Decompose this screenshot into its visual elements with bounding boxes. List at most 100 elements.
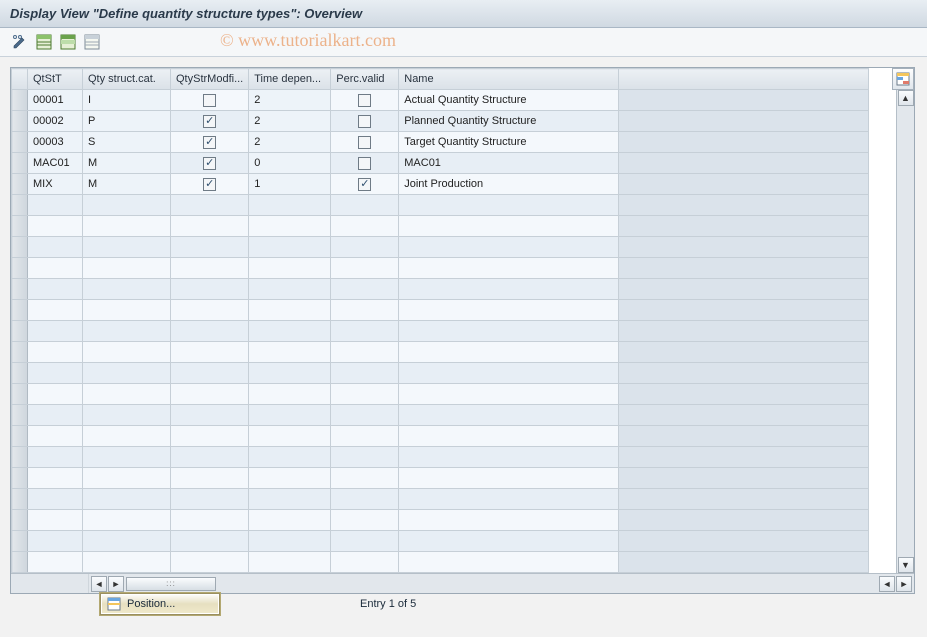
cell-mod[interactable]: [171, 132, 249, 153]
cell-cat[interactable]: M: [83, 174, 171, 195]
row-selector[interactable]: [12, 510, 28, 531]
cell-cat[interactable]: [83, 489, 171, 510]
checkbox-icon[interactable]: [203, 178, 216, 191]
cell-mod[interactable]: [171, 531, 249, 552]
cell-mod[interactable]: [171, 237, 249, 258]
cell-perc[interactable]: [331, 426, 399, 447]
cell-time[interactable]: [249, 510, 331, 531]
cell-perc[interactable]: [331, 195, 399, 216]
cell-cat[interactable]: [83, 531, 171, 552]
cell-name[interactable]: [399, 216, 619, 237]
table-row-empty[interactable]: [12, 510, 869, 531]
table-row-empty[interactable]: [12, 405, 869, 426]
cell-qtstt[interactable]: MIX: [28, 174, 83, 195]
table-row[interactable]: 00002P2Planned Quantity Structure: [12, 111, 869, 132]
cell-mod[interactable]: [171, 258, 249, 279]
row-selector-header[interactable]: [12, 69, 28, 90]
cell-name[interactable]: [399, 195, 619, 216]
table-row[interactable]: MAC01M0MAC01: [12, 153, 869, 174]
cell-perc[interactable]: [331, 279, 399, 300]
cell-perc[interactable]: [331, 363, 399, 384]
table-row-empty[interactable]: [12, 300, 869, 321]
cell-name[interactable]: Actual Quantity Structure: [399, 90, 619, 111]
cell-name[interactable]: [399, 300, 619, 321]
cell-mod[interactable]: [171, 552, 249, 573]
checkbox-icon[interactable]: [358, 178, 371, 191]
cell-perc[interactable]: [331, 132, 399, 153]
cell-perc[interactable]: [331, 552, 399, 573]
checkbox-icon[interactable]: [203, 136, 216, 149]
cell-mod[interactable]: [171, 468, 249, 489]
vertical-scrollbar[interactable]: ▲ ▼: [896, 90, 914, 573]
table-row-empty[interactable]: [12, 195, 869, 216]
cell-qtstt[interactable]: 00002: [28, 111, 83, 132]
row-selector[interactable]: [12, 405, 28, 426]
cell-cat[interactable]: [83, 342, 171, 363]
cell-perc[interactable]: [331, 321, 399, 342]
row-selector[interactable]: [12, 342, 28, 363]
cell-time[interactable]: 2: [249, 111, 331, 132]
checkbox-icon[interactable]: [203, 115, 216, 128]
cell-name[interactable]: [399, 342, 619, 363]
table-row-empty[interactable]: [12, 258, 869, 279]
cell-qtstt[interactable]: [28, 237, 83, 258]
cell-cat[interactable]: [83, 426, 171, 447]
cell-time[interactable]: [249, 195, 331, 216]
cell-time[interactable]: [249, 447, 331, 468]
cell-mod[interactable]: [171, 510, 249, 531]
row-selector[interactable]: [12, 258, 28, 279]
cell-qtstt[interactable]: MAC01: [28, 153, 83, 174]
scroll-up-icon[interactable]: ▲: [898, 90, 914, 106]
row-selector[interactable]: [12, 447, 28, 468]
cell-name[interactable]: [399, 363, 619, 384]
cell-name[interactable]: [399, 279, 619, 300]
cell-mod[interactable]: [171, 111, 249, 132]
row-selector[interactable]: [12, 384, 28, 405]
cell-cat[interactable]: [83, 321, 171, 342]
cell-time[interactable]: 2: [249, 90, 331, 111]
cell-time[interactable]: 1: [249, 174, 331, 195]
cell-name[interactable]: [399, 258, 619, 279]
cell-qtstt[interactable]: [28, 342, 83, 363]
cell-time[interactable]: [249, 300, 331, 321]
cell-mod[interactable]: [171, 489, 249, 510]
cell-cat[interactable]: [83, 468, 171, 489]
row-selector[interactable]: [12, 321, 28, 342]
cell-perc[interactable]: [331, 237, 399, 258]
cell-qtstt[interactable]: [28, 321, 83, 342]
cell-name[interactable]: [399, 237, 619, 258]
cell-cat[interactable]: [83, 216, 171, 237]
row-selector[interactable]: [12, 237, 28, 258]
cell-qtstt[interactable]: [28, 384, 83, 405]
cell-perc[interactable]: [331, 153, 399, 174]
cell-time[interactable]: 2: [249, 132, 331, 153]
row-selector[interactable]: [12, 552, 28, 573]
checkbox-icon[interactable]: [203, 157, 216, 170]
cell-name[interactable]: [399, 489, 619, 510]
cell-perc[interactable]: [331, 489, 399, 510]
cell-name[interactable]: [399, 468, 619, 489]
cell-qtstt[interactable]: [28, 426, 83, 447]
table-row-empty[interactable]: [12, 342, 869, 363]
cell-time[interactable]: [249, 384, 331, 405]
cell-qtstt[interactable]: [28, 300, 83, 321]
row-selector[interactable]: [12, 132, 28, 153]
cell-time[interactable]: [249, 321, 331, 342]
cell-qtstt[interactable]: [28, 468, 83, 489]
cell-name[interactable]: [399, 510, 619, 531]
cell-qtstt[interactable]: 00003: [28, 132, 83, 153]
cell-mod[interactable]: [171, 405, 249, 426]
cell-mod[interactable]: [171, 153, 249, 174]
cell-mod[interactable]: [171, 216, 249, 237]
cell-cat[interactable]: [83, 300, 171, 321]
cell-name[interactable]: Joint Production: [399, 174, 619, 195]
table-row-empty[interactable]: [12, 489, 869, 510]
table-row-empty[interactable]: [12, 363, 869, 384]
row-selector[interactable]: [12, 426, 28, 447]
table-settings-button[interactable]: [892, 68, 914, 90]
cell-time[interactable]: [249, 426, 331, 447]
cell-name[interactable]: [399, 321, 619, 342]
cell-mod[interactable]: [171, 426, 249, 447]
cell-perc[interactable]: [331, 111, 399, 132]
cell-qtstt[interactable]: [28, 216, 83, 237]
